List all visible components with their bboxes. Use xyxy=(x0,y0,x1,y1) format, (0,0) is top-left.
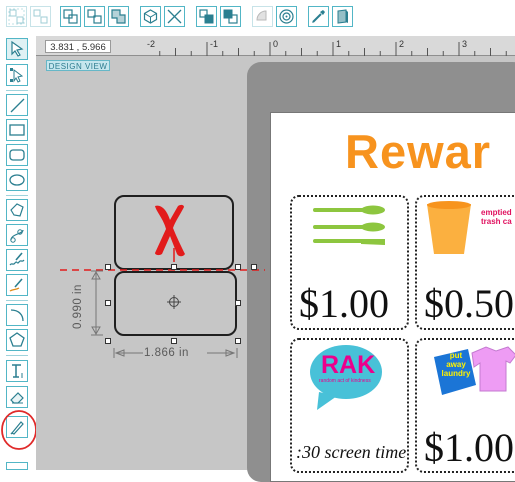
detach-icon[interactable] xyxy=(84,6,105,27)
red-x-mark xyxy=(155,204,185,257)
resize-handle-n[interactable] xyxy=(171,264,177,270)
group-icon[interactable] xyxy=(6,6,27,27)
release-compound-icon[interactable] xyxy=(164,6,185,27)
ruler-tick-label: 1 xyxy=(336,39,341,49)
offset-icon[interactable] xyxy=(276,6,297,27)
ungroup-icon[interactable] xyxy=(30,6,51,27)
card-price: $1.00 xyxy=(299,281,389,326)
card-label: emptied xyxy=(481,208,512,217)
cup-icon xyxy=(427,201,471,254)
ruler-tick-label: -1 xyxy=(210,39,218,49)
resize-handle-se[interactable] xyxy=(235,338,241,344)
shadow-icon[interactable] xyxy=(252,6,273,27)
laundry-tag-line: put xyxy=(449,351,463,360)
arc-tool-icon[interactable] xyxy=(6,304,28,326)
text-tool-icon[interactable] xyxy=(6,360,28,382)
weld-icon[interactable] xyxy=(108,6,129,27)
card-price: $0.50 xyxy=(424,281,514,326)
trace-icon[interactable] xyxy=(308,6,329,27)
eraser-tool-icon[interactable] xyxy=(6,386,28,408)
height-dimension: 0.990 in xyxy=(72,284,84,329)
resize-handle-s[interactable] xyxy=(171,338,177,344)
bring-forward-icon[interactable] xyxy=(196,6,217,27)
resize-handle-sw[interactable] xyxy=(105,338,111,344)
card-price: $1.00 xyxy=(424,425,514,470)
rounded-rectangle-tool-icon[interactable] xyxy=(6,144,28,166)
card-label: trash ca xyxy=(481,217,512,226)
laundry-tag: put away laundry xyxy=(441,351,471,378)
laundry-tag-line: away xyxy=(446,360,466,369)
polygon-tool-icon[interactable] xyxy=(6,199,28,221)
laundry-tag-line: laundry xyxy=(441,369,471,378)
make-compound-icon[interactable] xyxy=(140,6,161,27)
attach-icon[interactable] xyxy=(60,6,81,27)
3d-icon[interactable] xyxy=(332,6,353,27)
rectangle-tool-icon[interactable] xyxy=(6,119,28,141)
select-tool-icon[interactable] xyxy=(6,38,28,60)
utensils-icon xyxy=(313,205,385,245)
cursor-coordinates: 3.831 , 5.966 xyxy=(45,40,111,53)
rak-badge: RAK xyxy=(321,351,376,379)
bezier-tool-icon[interactable] xyxy=(6,224,28,246)
send-backward-icon[interactable] xyxy=(220,6,241,27)
ruler-tick-label: 3 xyxy=(462,39,467,49)
ruler-tick-label: -2 xyxy=(147,39,155,49)
ruler-tick-label: 2 xyxy=(399,39,404,49)
width-dimension: 1.866 in xyxy=(144,347,189,359)
top-toolbar xyxy=(0,0,515,34)
card-price: :30 screen time xyxy=(296,442,407,462)
resize-handle-nw[interactable] xyxy=(105,264,111,270)
regular-polygon-tool-icon[interactable] xyxy=(6,329,28,351)
freehand-tool-icon[interactable] xyxy=(6,249,28,271)
resize-handle-w[interactable] xyxy=(105,300,111,306)
edit-points-icon[interactable] xyxy=(6,64,28,86)
rotate-handle[interactable] xyxy=(251,264,257,270)
smooth-freehand-tool-icon[interactable] xyxy=(6,274,28,296)
rak-subtitle: random act of kindness xyxy=(319,378,371,384)
selected-rounded-rectangle[interactable] xyxy=(114,271,237,336)
more-tools-icon[interactable] xyxy=(6,462,28,470)
page-title: Rewar xyxy=(345,125,492,178)
ellipse-tool-icon[interactable] xyxy=(6,169,28,191)
resize-handle-e[interactable] xyxy=(235,300,241,306)
line-tool-icon[interactable] xyxy=(6,94,28,116)
left-tool-panel xyxy=(0,34,33,470)
design-view-label: DESIGN VIEW xyxy=(46,60,110,71)
resize-handle-ne[interactable] xyxy=(235,264,241,270)
ruler-tick-label: 0 xyxy=(273,39,278,49)
